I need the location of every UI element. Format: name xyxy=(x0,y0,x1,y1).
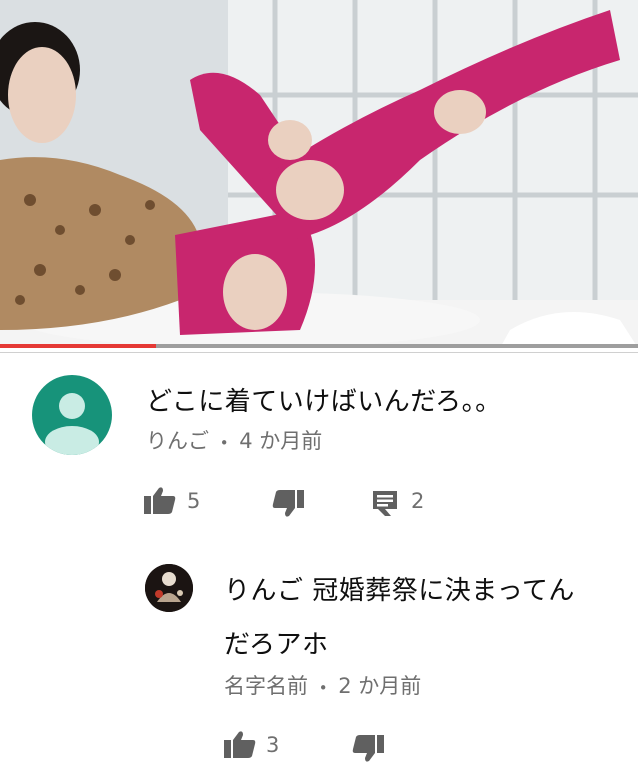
reply-text-line-1: りんご 冠婚葬祭に決まってん xyxy=(224,576,575,606)
avatar[interactable] xyxy=(32,375,112,455)
like-button[interactable] xyxy=(144,486,176,518)
comment-author[interactable]: りんご xyxy=(146,429,209,453)
video-progress-bar[interactable] xyxy=(0,344,638,348)
comment-time[interactable]: 4 か月前 xyxy=(239,429,322,453)
reply-time[interactable]: 2 か月前 xyxy=(338,674,421,698)
comment-icon xyxy=(373,491,397,516)
reply-author[interactable]: 名字名前 xyxy=(224,674,308,698)
comment-text: どこに着ていけばいんだろ。。 xyxy=(146,387,502,417)
thumbs-down-icon xyxy=(272,490,304,517)
meta-separator: • xyxy=(318,679,328,697)
video-player[interactable] xyxy=(0,0,638,348)
reply-avatar[interactable] xyxy=(145,564,193,612)
video-frame-illustration xyxy=(0,0,638,348)
reply-like-button[interactable] xyxy=(224,730,256,762)
like-count: 5 xyxy=(187,489,201,513)
reply-dislike-button[interactable] xyxy=(352,735,384,767)
meta-separator: • xyxy=(219,434,229,452)
thumbs-up-icon xyxy=(224,731,256,758)
comment-meta: りんご • 4 か月前 xyxy=(146,425,322,455)
thumbs-down-icon xyxy=(352,735,384,762)
thumbs-up-icon xyxy=(144,487,176,514)
divider xyxy=(0,352,638,353)
default-user-avatar-icon xyxy=(45,393,99,455)
dislike-button[interactable] xyxy=(272,490,304,522)
user-photo-avatar-icon xyxy=(145,564,193,612)
video-progress-fill xyxy=(0,344,157,348)
reply-count: 2 xyxy=(411,489,425,513)
reply-text-line-2: だろアホ xyxy=(224,630,329,660)
reply-button[interactable] xyxy=(371,489,399,521)
reply-meta: 名字名前 • 2 か月前 xyxy=(224,670,421,700)
reply-like-count: 3 xyxy=(266,733,280,757)
